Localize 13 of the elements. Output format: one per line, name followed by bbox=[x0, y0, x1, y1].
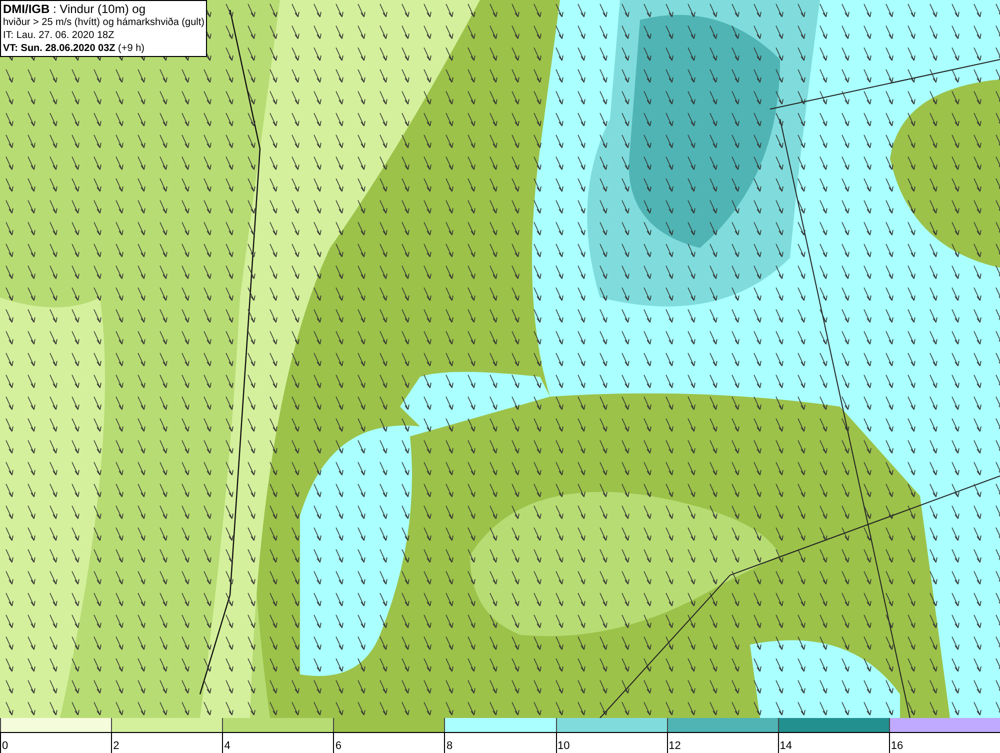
legend-label: 6 bbox=[335, 740, 342, 752]
legend-label: 10 bbox=[558, 740, 570, 752]
title-text: IT: Lau. 27. 06. 2020 18Z bbox=[3, 29, 116, 42]
legend-label: 12 bbox=[668, 740, 681, 752]
title-text: DMI/IGB : Vindur (10m) og bbox=[3, 2, 146, 16]
legend-label: 2 bbox=[113, 740, 120, 752]
legend-label: 14 bbox=[780, 740, 792, 752]
title-text: hviður > 25 m/s (hvítt) og hámarkshviða (gult) bbox=[3, 16, 204, 29]
legend-label: 0 bbox=[2, 740, 8, 752]
legend-label: 8 bbox=[446, 740, 453, 752]
legend-label: 4 bbox=[224, 740, 230, 752]
title-text: VT: Sun. 28.06.2020 03Z (+9 h) bbox=[3, 42, 146, 55]
legend-label: 16 bbox=[890, 740, 904, 752]
